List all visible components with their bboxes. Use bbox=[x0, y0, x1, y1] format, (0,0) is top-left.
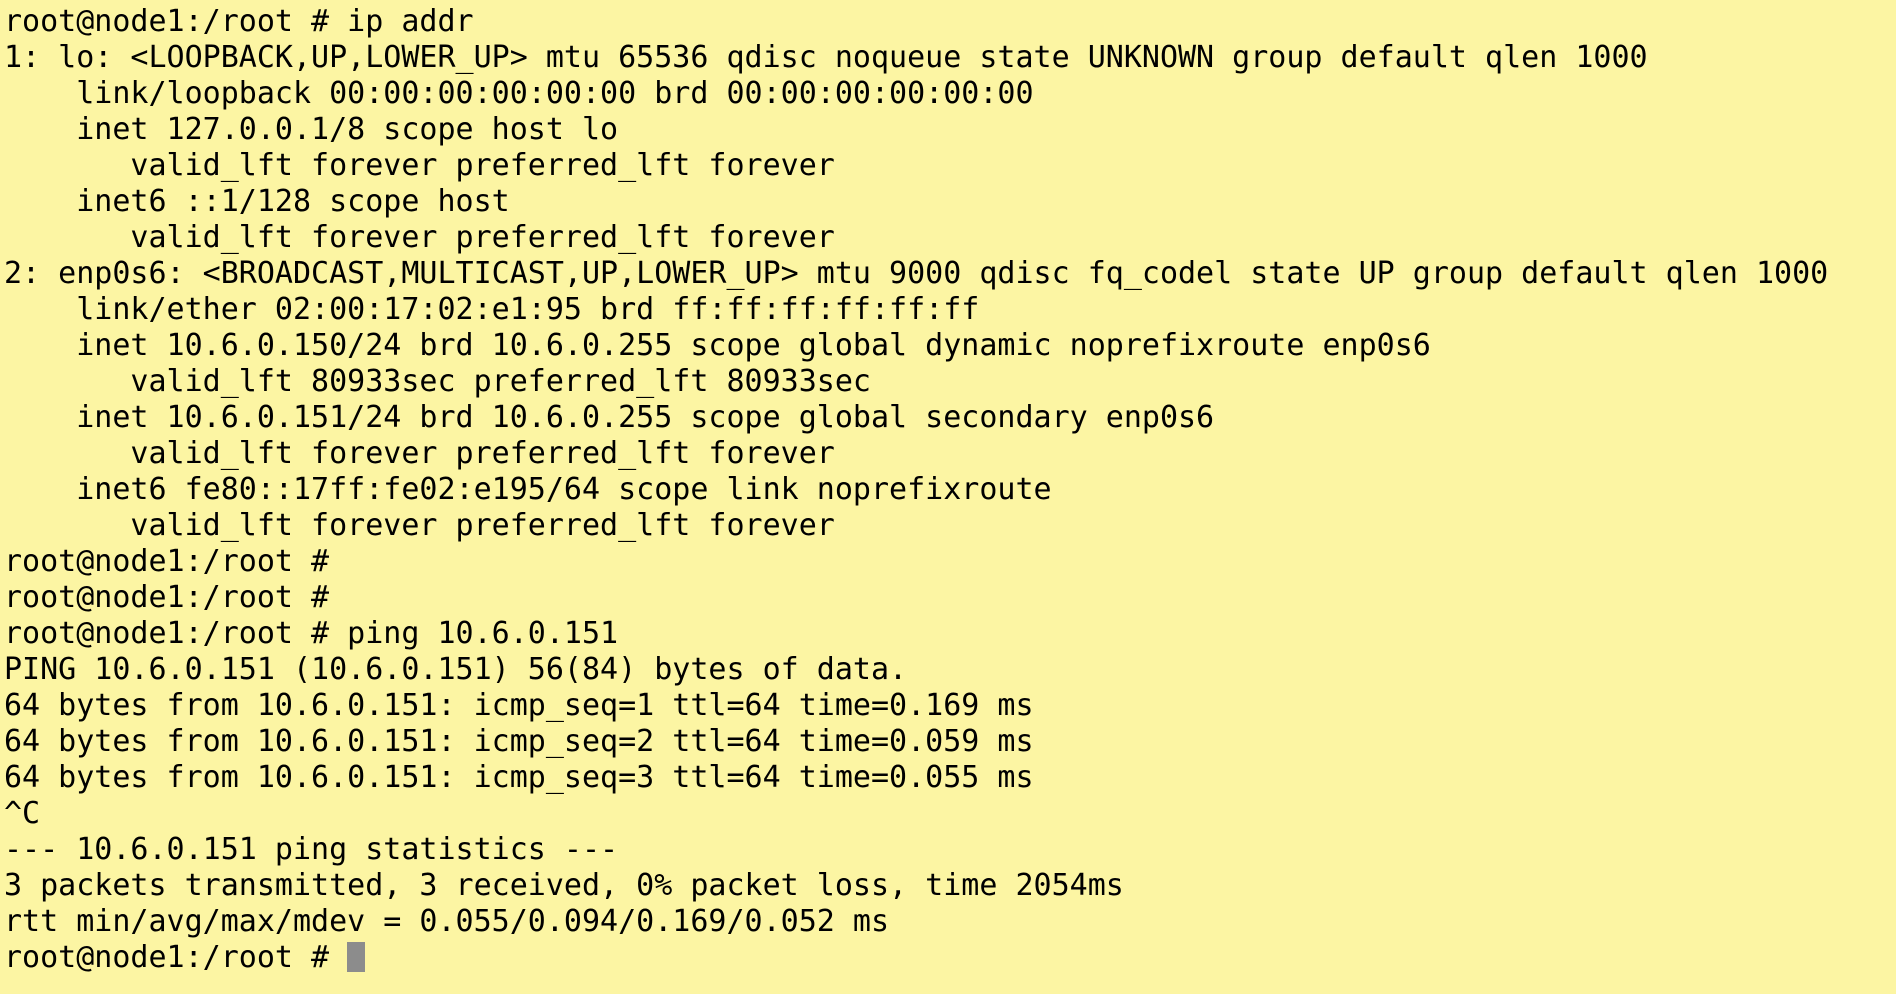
terminal-line: valid_lft forever preferred_lft forever bbox=[4, 148, 835, 183]
terminal-line: root@node1:/root # ip addr bbox=[4, 4, 474, 39]
terminal-line: inet 10.6.0.150/24 brd 10.6.0.255 scope … bbox=[4, 328, 1431, 363]
terminal-line: PING 10.6.0.151 (10.6.0.151) 56(84) byte… bbox=[4, 652, 908, 687]
terminal-line: 64 bytes from 10.6.0.151: icmp_seq=3 ttl… bbox=[4, 760, 1034, 795]
terminal-line: --- 10.6.0.151 ping statistics --- bbox=[4, 832, 619, 867]
terminal-line: ^C bbox=[4, 796, 41, 831]
terminal-prompt: root@node1:/root # bbox=[4, 940, 348, 975]
terminal-cursor bbox=[347, 942, 366, 972]
terminal-line: 64 bytes from 10.6.0.151: icmp_seq=1 ttl… bbox=[4, 688, 1034, 723]
terminal-line: inet 10.6.0.151/24 brd 10.6.0.255 scope … bbox=[4, 400, 1215, 435]
terminal-line: inet 127.0.0.1/8 scope host lo bbox=[4, 112, 619, 147]
terminal-line: inet6 ::1/128 scope host bbox=[4, 184, 510, 219]
terminal-line: valid_lft forever preferred_lft forever bbox=[4, 436, 835, 471]
terminal-line: link/ether 02:00:17:02:e1:95 brd ff:ff:f… bbox=[4, 292, 980, 327]
terminal-line: root@node1:/root # bbox=[4, 580, 330, 615]
terminal-line: valid_lft forever preferred_lft forever bbox=[4, 508, 835, 543]
terminal-line: link/loopback 00:00:00:00:00:00 brd 00:0… bbox=[4, 76, 1034, 111]
terminal-line: root@node1:/root # bbox=[4, 544, 330, 579]
terminal-line: valid_lft 80933sec preferred_lft 80933se… bbox=[4, 364, 871, 399]
terminal-line: 64 bytes from 10.6.0.151: icmp_seq=2 ttl… bbox=[4, 724, 1034, 759]
terminal-line: valid_lft forever preferred_lft forever bbox=[4, 220, 835, 255]
terminal-window[interactable]: root@node1:/root # ip addr 1: lo: <LOOPB… bbox=[0, 0, 1896, 994]
terminal-line: 2: enp0s6: <BROADCAST,MULTICAST,UP,LOWER… bbox=[4, 256, 1829, 291]
terminal-line: 3 packets transmitted, 3 received, 0% pa… bbox=[4, 868, 1124, 903]
terminal-line: root@node1:/root # ping 10.6.0.151 bbox=[4, 616, 619, 651]
terminal-prompt-line[interactable]: root@node1:/root # bbox=[4, 940, 1896, 976]
terminal-line: rtt min/avg/max/mdev = 0.055/0.094/0.169… bbox=[4, 904, 890, 939]
terminal-line: inet6 fe80::17ff:fe02:e195/64 scope link… bbox=[4, 472, 1052, 507]
terminal-line: 1: lo: <LOOPBACK,UP,LOWER_UP> mtu 65536 … bbox=[4, 40, 1648, 75]
